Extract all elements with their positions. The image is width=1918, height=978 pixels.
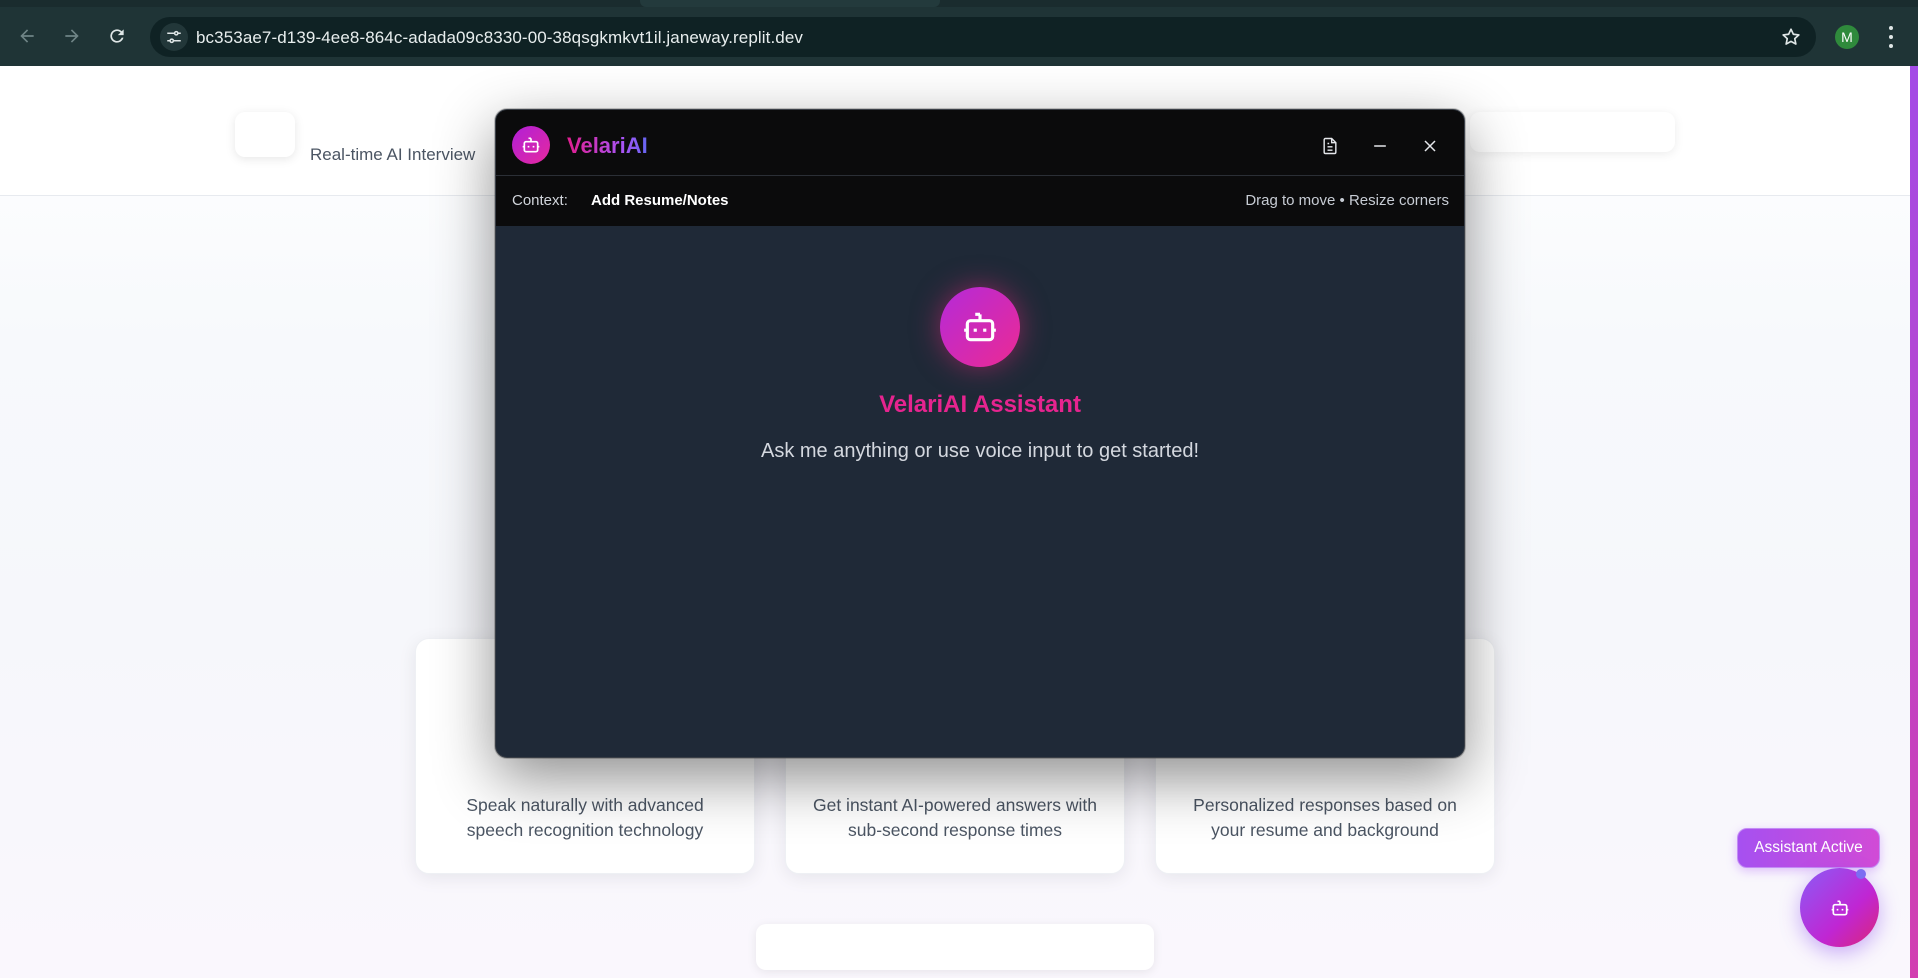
forward-button[interactable] (57, 21, 87, 51)
assistant-avatar (940, 287, 1020, 367)
launch-assistant-button[interactable]: Launch VelariAI Assistant (756, 924, 1154, 970)
tab-strip (0, 0, 1918, 7)
panel-title: VelariAI (567, 133, 648, 158)
close-icon (1424, 140, 1436, 152)
status-dot (1856, 869, 1866, 879)
feature-description: Speak naturally with advanced speech rec… (466, 795, 704, 840)
minimize-icon (1374, 145, 1386, 147)
site-info-button[interactable] (160, 23, 188, 51)
site-info-icon (167, 30, 181, 44)
context-bar: Context: Add Resume/Notes Drag to move •… (496, 176, 1464, 226)
bookmark-star-icon[interactable] (1780, 26, 1802, 48)
context-label: Context: (512, 192, 568, 209)
back-button[interactable] (12, 21, 42, 51)
robot-icon (964, 312, 996, 342)
close-button[interactable] (1416, 132, 1444, 160)
panel-titlebar[interactable]: VelariAI (496, 110, 1464, 176)
header-action-button[interactable] (1470, 112, 1675, 152)
document-icon (1323, 137, 1337, 155)
drag-resize-hint: Drag to move • Resize corners (1245, 192, 1449, 209)
feature-description: Personalized responses based on your res… (1193, 795, 1457, 840)
minimize-button[interactable] (1366, 132, 1394, 160)
robot-icon (1831, 900, 1848, 915)
browser-tab[interactable] (640, 0, 940, 7)
feature-description: Get instant AI-powered answers with sub-… (812, 795, 1098, 840)
notes-button[interactable] (1316, 132, 1344, 160)
assistant-fab-button[interactable] (1800, 868, 1879, 947)
assistant-status-badge[interactable]: Assistant Active (1737, 828, 1880, 868)
forward-arrow-icon (65, 29, 79, 43)
browser-chrome: bc353ae7-d139-4ee8-864c-adada09c8330-00-… (0, 0, 1918, 66)
more-menu-icon[interactable] (1886, 24, 1896, 50)
assistant-panel[interactable]: VelariAI Context: Add Resume/Notes Drag … (495, 109, 1465, 758)
app-logo (235, 112, 295, 157)
add-resume-notes-button[interactable]: Add Resume/Notes (591, 192, 729, 209)
profile-avatar[interactable]: M (1835, 25, 1859, 49)
empty-state-title: VelariAI Assistant (879, 391, 1081, 418)
empty-state-subtitle: Ask me anything or use voice input to ge… (760, 440, 1200, 462)
address-bar[interactable]: bc353ae7-d139-4ee8-864c-adada09c8330-00-… (150, 17, 1816, 57)
reload-icon (110, 29, 124, 43)
header-subtitle: Real-time AI Interview (310, 145, 476, 164)
reload-button[interactable] (102, 21, 132, 51)
scrollbar[interactable] (1910, 66, 1918, 978)
robot-icon (522, 137, 540, 153)
url-text[interactable]: bc353ae7-d139-4ee8-864c-adada09c8330-00-… (196, 28, 803, 48)
back-arrow-icon (20, 29, 34, 43)
panel-logo (512, 126, 550, 164)
